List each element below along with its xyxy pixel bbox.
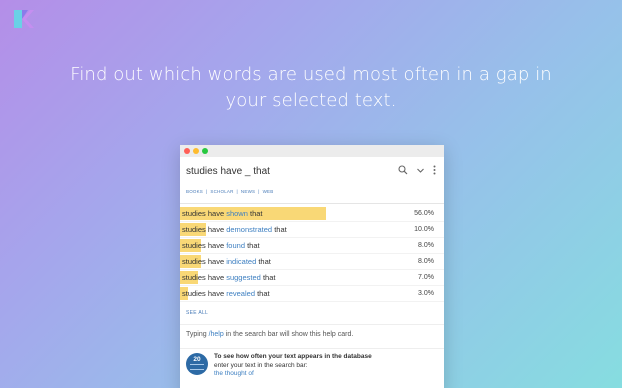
more-options-icon[interactable] <box>433 165 436 178</box>
help-card: 20 To see how often your text appears in… <box>180 348 444 383</box>
headline-line-2: your selected text. <box>225 90 397 111</box>
result-text: studies have demonstrated that <box>182 225 287 234</box>
search-input[interactable] <box>186 165 386 177</box>
app-window: BOOKS | SCHOLAR | NEWS | WEB studies hav… <box>180 145 444 388</box>
result-row[interactable]: studies have suggested that 7.0% <box>180 270 444 286</box>
result-row[interactable]: studies have found that 8.0% <box>180 238 444 254</box>
result-percent: 8.0% <box>418 242 434 249</box>
see-all-link[interactable]: SEE ALL <box>180 302 444 324</box>
help-command: /help <box>208 331 224 338</box>
result-text: studies have shown that <box>182 209 263 218</box>
window-titlebar <box>180 145 444 157</box>
result-row[interactable]: studies have indicated that 8.0% <box>180 254 444 270</box>
filter-books[interactable]: BOOKS <box>186 189 203 194</box>
help-card-body: enter your text in the search bar: <box>214 361 308 369</box>
filter-scholar[interactable]: SCHOLAR <box>210 189 233 194</box>
filter-web[interactable]: WEB <box>263 189 274 194</box>
result-word: shown <box>226 209 248 218</box>
chevron-down-icon[interactable] <box>416 166 425 178</box>
filter-news[interactable]: NEWS <box>241 189 255 194</box>
result-text: studies have found that <box>182 241 260 250</box>
result-row[interactable]: studies have demonstrated that 10.0% <box>180 222 444 238</box>
search-bar <box>180 157 444 185</box>
result-text: studies have indicated that <box>182 257 271 266</box>
result-percent: 7.0% <box>418 274 434 281</box>
result-percent: 3.0% <box>418 290 434 297</box>
help-card-example[interactable]: the thought of <box>214 370 372 379</box>
result-word: revealed <box>226 289 255 298</box>
result-row[interactable]: studies have revealed that 3.0% <box>180 286 444 302</box>
app-logo <box>12 8 36 30</box>
result-word: suggested <box>226 273 261 282</box>
headline-line-1: Find out which words are used most often… <box>70 64 552 85</box>
close-window-button[interactable] <box>184 148 190 154</box>
database-icon: 20 <box>186 353 208 375</box>
result-text: studies have revealed that <box>182 289 270 298</box>
help-hint: Typing /help in the search bar will show… <box>180 324 444 348</box>
result-word: indicated <box>226 257 257 266</box>
search-icon[interactable] <box>398 165 408 178</box>
result-word: demonstrated <box>226 225 273 234</box>
maximize-window-button[interactable] <box>202 148 208 154</box>
result-row[interactable]: studies have shown that 56.0% <box>180 206 444 222</box>
result-word: found <box>226 241 245 250</box>
minimize-window-button[interactable] <box>193 148 199 154</box>
result-text: studies have suggested that <box>182 273 276 282</box>
help-card-title: To see how often your text appears in th… <box>214 353 372 360</box>
result-percent: 10.0% <box>414 226 434 233</box>
result-percent: 56.0% <box>414 210 434 217</box>
results-list: studies have shown that 56.0% studies ha… <box>180 204 444 302</box>
headline: Find out which words are used most often… <box>0 62 622 114</box>
source-filters: BOOKS | SCHOLAR | NEWS | WEB <box>186 188 274 194</box>
result-percent: 8.0% <box>418 258 434 265</box>
